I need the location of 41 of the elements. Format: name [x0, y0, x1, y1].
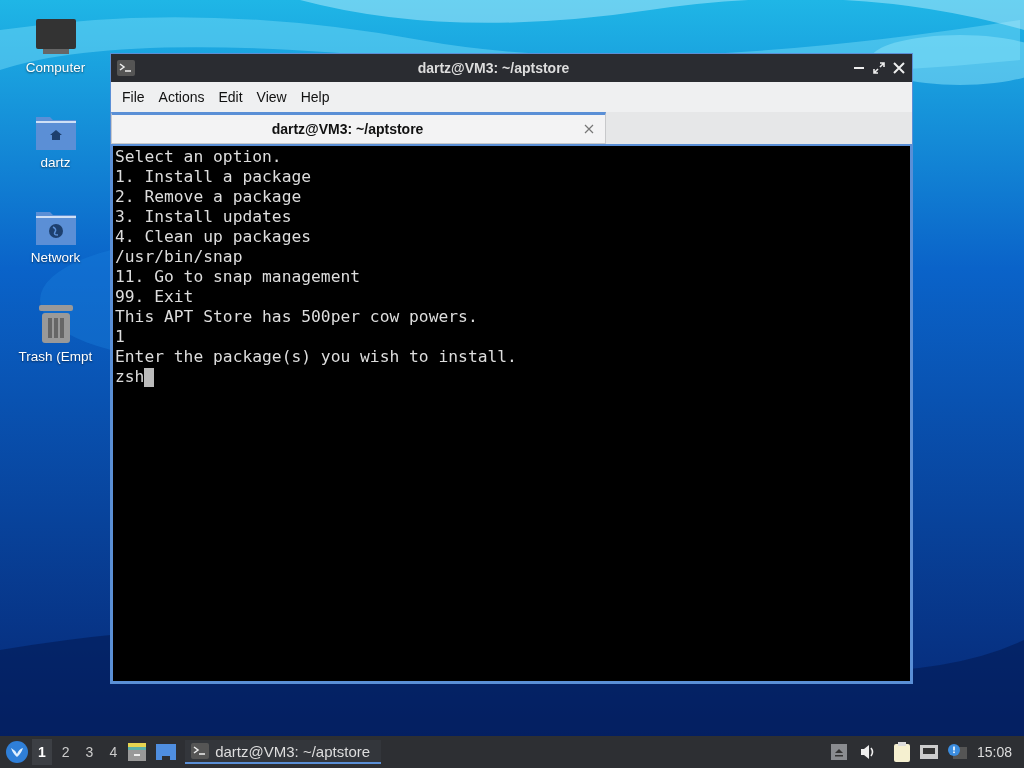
terminal-line: 4. Clean up packages [115, 227, 313, 247]
terminal-line: Select an option. [115, 147, 283, 167]
menu-item[interactable]: Edit [211, 89, 250, 105]
desktop-icon[interactable] [155, 743, 178, 761]
workspace-button[interactable]: 3 [79, 739, 100, 765]
desktop-icon-label[interactable]: Network [30, 250, 81, 265]
taskbar-task[interactable]: dartz@VM3: ~/aptstore [185, 740, 382, 764]
workspace-button[interactable]: 1 [32, 739, 52, 765]
workspace-button[interactable]: 4 [103, 739, 124, 765]
terminal-line: 1 [115, 327, 126, 347]
terminal-icon [117, 60, 135, 76]
window-title: dartz@VM3: ~/aptstore [416, 60, 571, 76]
menu-item[interactable]: File [115, 89, 152, 105]
terminal-line: /usr/bin/snap [115, 247, 244, 267]
eject-icon[interactable] [830, 744, 847, 760]
desktop-icon-label[interactable]: Trash (Empt [18, 349, 93, 364]
desktop-icon-label[interactable]: dartz [40, 155, 71, 170]
clipboard-icon[interactable] [892, 742, 911, 762]
notification-icon[interactable] [946, 743, 967, 761]
workspace-button[interactable]: 2 [55, 739, 76, 765]
maximize-icon[interactable] [872, 61, 886, 75]
text-cursor [144, 367, 155, 387]
network-icon[interactable] [918, 743, 939, 761]
menu-item[interactable]: View [249, 89, 294, 105]
clock[interactable]: 15:08 [970, 744, 1018, 760]
typed-text: zsh [115, 367, 145, 387]
terminal-line: 11. Go to snap management [115, 267, 362, 287]
menu-item[interactable]: Actions [151, 89, 212, 105]
monitor-icon [34, 18, 77, 56]
terminal-tab[interactable]: dartz@VM3: ~/aptstore [111, 112, 606, 144]
terminal-icon [191, 743, 210, 759]
terminal-line: 3. Install updates [115, 207, 293, 227]
terminal-area[interactable] [111, 146, 912, 683]
terminal-line: This APT Store has 500per cow powers. [115, 307, 479, 327]
terminal-line: 1. Install a package [115, 167, 313, 187]
terminal-line: 2. Remove a package [115, 187, 303, 207]
terminal-line: 99. Exit [115, 287, 195, 307]
terminal-line: Enter the package(s) you wish to install. [115, 347, 518, 367]
file-cabinet-icon[interactable] [127, 742, 148, 762]
menu-item[interactable]: Help [293, 89, 337, 105]
trash-icon [36, 303, 75, 345]
